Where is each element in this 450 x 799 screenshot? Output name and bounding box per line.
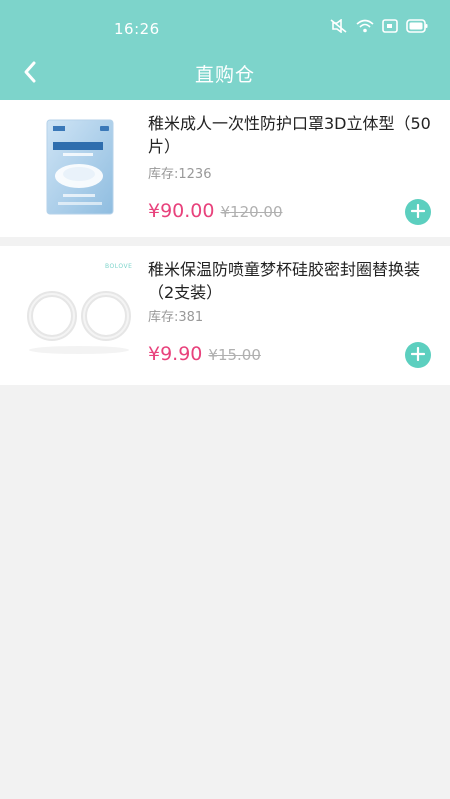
status-icons <box>330 19 428 33</box>
product-original-price: ¥15.00 <box>208 346 261 364</box>
add-to-cart-button[interactable] <box>405 199 431 225</box>
product-list: 稚米成人一次性防护口罩3D立体型（50片） 库存:1236 ¥90.00 ¥12… <box>0 100 450 385</box>
product-image <box>18 112 138 227</box>
plus-icon <box>410 203 426 222</box>
product-card[interactable]: 稚米成人一次性防护口罩3D立体型（50片） 库存:1236 ¥90.00 ¥12… <box>0 100 450 237</box>
page-title: 直购仓 <box>194 64 255 86</box>
header: 16:26 直购仓 <box>0 0 450 100</box>
image-brand-mark: BOLOVE <box>105 263 133 270</box>
product-card[interactable]: BOLOVE 稚米保温防喷童梦杯硅胶密封圈替换装（2支装） 库存:381 ¥9.… <box>0 246 450 385</box>
stock-value: 1236 <box>178 167 212 182</box>
product-name: 稚米成人一次性防护口罩3D立体型（50片） <box>148 114 431 156</box>
stock-label: 库存: <box>148 167 179 182</box>
add-to-cart-button[interactable] <box>405 342 431 368</box>
product-name: 稚米保温防喷童梦杯硅胶密封圈替换装（2支装） <box>148 260 421 302</box>
product-price: ¥90.00 <box>148 200 215 222</box>
silent-icon <box>330 19 348 33</box>
screen-icon <box>382 19 398 33</box>
wifi-icon <box>356 19 374 33</box>
product-original-price: ¥120.00 <box>220 203 283 221</box>
plus-icon <box>410 346 426 365</box>
product-price: ¥9.90 <box>148 343 203 365</box>
stock-value: 381 <box>178 310 204 325</box>
battery-icon <box>406 19 428 33</box>
product-stock: 库存:381 <box>148 306 203 325</box>
product-image: BOLOVE <box>18 258 138 373</box>
price-row: ¥90.00 ¥120.00 <box>148 200 283 222</box>
price-row: ¥9.90 ¥15.00 <box>148 343 261 365</box>
status-bar: 16:26 <box>0 0 450 48</box>
status-time: 16:26 <box>114 20 160 38</box>
stock-label: 库存: <box>148 310 179 325</box>
nav-bar: 直购仓 <box>0 48 450 100</box>
product-stock: 库存:1236 <box>148 163 211 182</box>
